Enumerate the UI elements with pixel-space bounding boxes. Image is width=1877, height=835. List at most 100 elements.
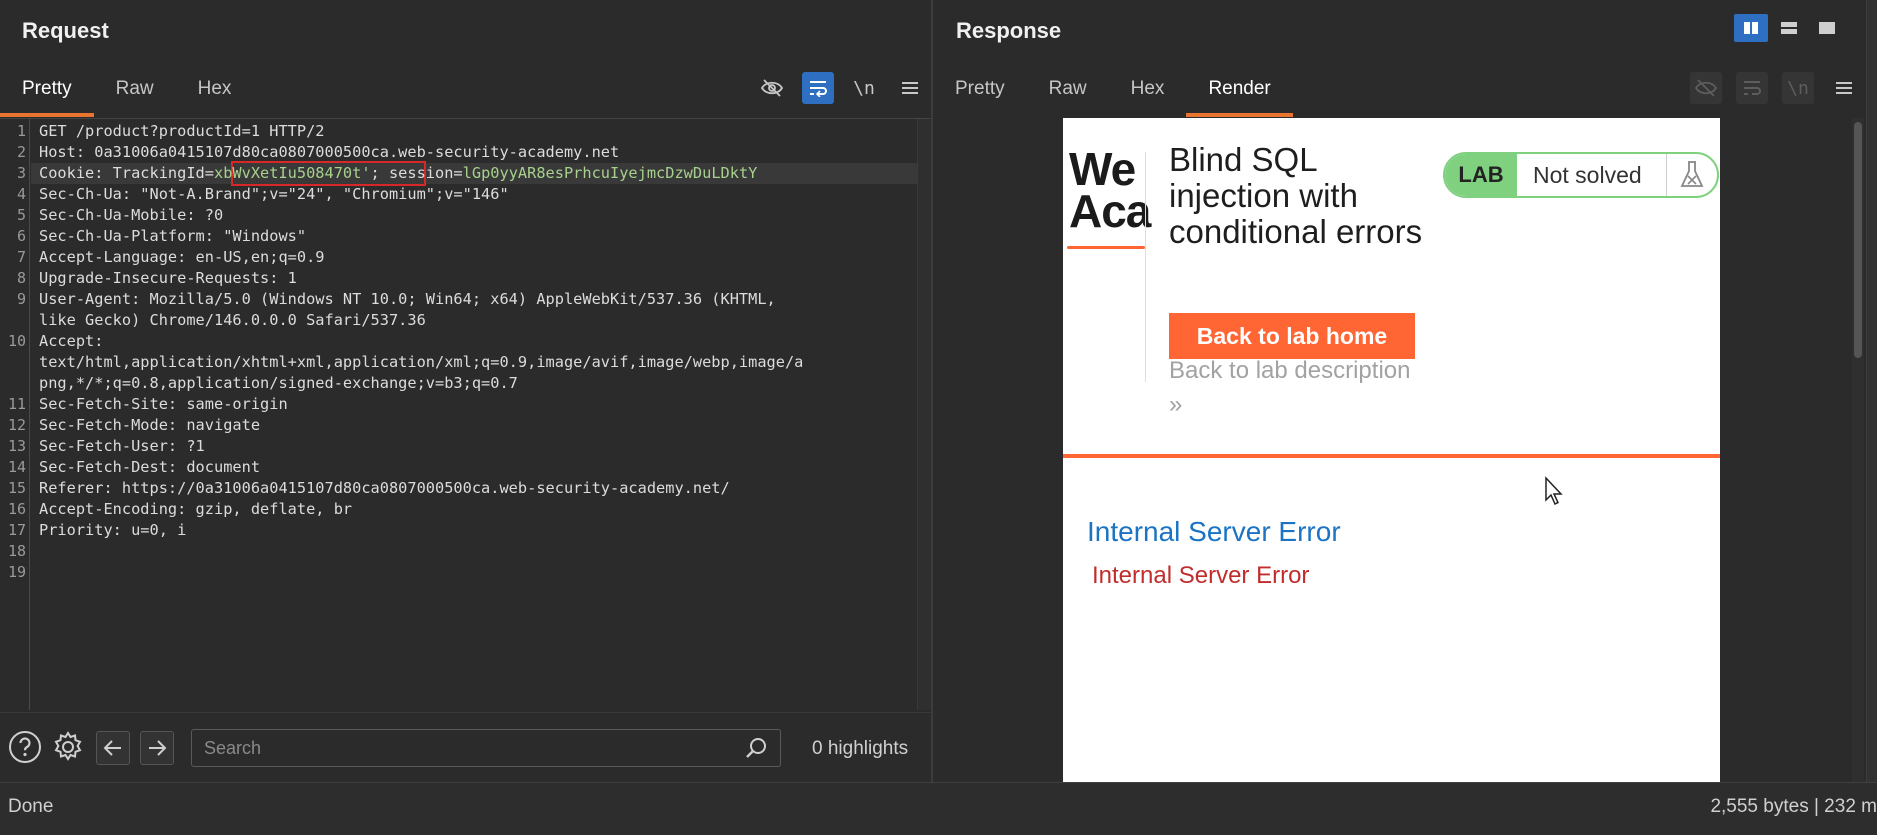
request-title: Request <box>22 18 109 43</box>
line-number: 12 <box>7 416 26 434</box>
code-line[interactable]: Sec-Ch-Ua-Mobile: ?0 <box>39 205 223 226</box>
lab-status-text: Not solved <box>1517 154 1667 196</box>
code-line[interactable]: Cookie: TrackingId=xbWvXetIu508470t'; se… <box>39 163 757 184</box>
response-menu-icon[interactable] <box>1828 72 1860 104</box>
line-number: 18 <box>7 542 26 560</box>
code-line[interactable]: Priority: u=0, i <box>39 520 186 541</box>
request-tab-pretty[interactable]: Pretty <box>0 60 94 117</box>
line-number: 14 <box>7 458 26 476</box>
response-title: Response <box>956 18 1062 43</box>
response-tab-pretty[interactable]: Pretty <box>933 60 1027 117</box>
rendered-html-page[interactable]: We Aca Blind SQL injection with conditio… <box>1063 118 1720 782</box>
code-line[interactable]: Accept-Encoding: gzip, deflate, br <box>39 499 352 520</box>
code-line[interactable]: like Gecko) Chrome/146.0.0.0 Safari/537.… <box>39 310 426 331</box>
request-menu-icon[interactable] <box>894 72 926 104</box>
line-number: 1 <box>16 122 26 140</box>
line-number: 2 <box>16 143 26 161</box>
request-editor-scrollbar[interactable] <box>917 119 931 710</box>
line-number: 8 <box>16 269 26 287</box>
word-wrap-icon <box>1736 72 1768 104</box>
line-number: 3 <box>16 164 26 182</box>
code-line[interactable]: User-Agent: Mozilla/5.0 (Windows NT 10.0… <box>39 289 776 310</box>
search-input[interactable] <box>191 729 781 767</box>
code-line[interactable]: Accept-Language: en-US,en;q=0.9 <box>39 247 325 268</box>
tracking-id-value: xbWvXetIu508470t' <box>213 164 371 182</box>
line-number: 6 <box>16 227 26 245</box>
web-security-academy-logo: We Aca <box>1069 143 1151 237</box>
newline-toggle-icon[interactable]: \n <box>848 72 880 104</box>
code-line[interactable]: text/html,application/xhtml+xml,applicat… <box>39 352 803 373</box>
code-line[interactable]: Sec-Fetch-User: ?1 <box>39 436 205 457</box>
side-by-side-layout-icon[interactable] <box>1734 14 1768 42</box>
line-number: 15 <box>7 479 26 497</box>
response-tabs: Pretty Raw Hex Render <box>933 60 1294 117</box>
hide-nonprintable-icon <box>1690 72 1722 104</box>
highlights-count: 0 highlights <box>812 738 909 759</box>
request-tab-hex[interactable]: Hex <box>176 60 254 117</box>
lab-label: LAB <box>1445 154 1517 196</box>
back-to-lab-description-text: Back to lab description <box>1169 357 1411 384</box>
error-heading: Internal Server Error <box>1087 516 1341 547</box>
code-line[interactable]: png,*/*;q=0.8,application/signed-exchang… <box>39 373 518 394</box>
word-wrap-icon[interactable] <box>802 72 834 104</box>
logo-line-2: Aca <box>1069 185 1151 237</box>
flask-icon <box>1667 154 1717 196</box>
session-label: ; session= <box>370 164 463 182</box>
line-number: 11 <box>7 395 26 413</box>
previous-match-button[interactable] <box>96 731 130 765</box>
render-scrollbar-thumb[interactable] <box>1854 122 1862 358</box>
header-orange-divider <box>1063 454 1720 458</box>
line-number: 5 <box>16 206 26 224</box>
request-editor-tools: \n <box>756 72 926 104</box>
request-search-bar: 0 highlights <box>0 712 931 782</box>
newline-toggle-icon: \n <box>1782 72 1814 104</box>
status-bar: Done 2,555 bytes | 232 m <box>0 782 1877 835</box>
back-to-lab-home-button[interactable]: Back to lab home <box>1169 313 1415 359</box>
help-icon[interactable] <box>7 729 43 765</box>
line-number: 10 <box>7 332 26 350</box>
line-number: 19 <box>7 563 26 581</box>
response-tab-render[interactable]: Render <box>1186 60 1294 117</box>
error-message: Internal Server Error <box>1092 562 1310 589</box>
line-number: 4 <box>16 185 26 203</box>
response-editor-tools: \n <box>1690 72 1860 104</box>
search-icon[interactable] <box>745 737 767 764</box>
session-value: lGp0yyAR8esPrhcuIyejmcDzwDuLDktY <box>462 164 758 182</box>
code-line[interactable]: Sec-Fetch-Dest: document <box>39 457 260 478</box>
response-tab-raw[interactable]: Raw <box>1027 60 1109 117</box>
logo-underline <box>1067 246 1145 249</box>
line-number: 16 <box>7 500 26 518</box>
request-editor[interactable]: 1 GET /product?productId=1 HTTP/2 2 Host: 0… <box>0 118 931 710</box>
line-number: 17 <box>7 521 26 539</box>
mouse-cursor-icon <box>1544 476 1564 511</box>
lab-title: Blind SQL injection with conditional err… <box>1169 141 1423 250</box>
code-line[interactable]: Sec-Fetch-Site: same-origin <box>39 394 288 415</box>
code-line[interactable]: Sec-Ch-Ua-Platform: "Windows" <box>39 226 306 247</box>
request-tab-raw[interactable]: Raw <box>94 60 176 117</box>
double-chevron-icon: » <box>1169 391 1183 418</box>
code-line[interactable]: Accept: <box>39 331 103 352</box>
stacked-layout-icon[interactable] <box>1772 14 1806 42</box>
line-number: 9 <box>16 290 26 308</box>
code-line[interactable]: Referer: https://0a31006a0415107d80ca080… <box>39 478 730 499</box>
settings-gear-icon[interactable] <box>50 729 86 765</box>
line-number: 13 <box>7 437 26 455</box>
layout-view-toggles <box>1734 14 1844 42</box>
back-to-lab-description-link[interactable]: Back to lab description » <box>1169 354 1410 422</box>
header-separator <box>1145 152 1146 382</box>
response-tab-hex[interactable]: Hex <box>1109 60 1187 117</box>
code-line[interactable]: GET /product?productId=1 HTTP/2 <box>39 121 325 142</box>
single-tab-layout-icon[interactable] <box>1810 14 1844 42</box>
code-line[interactable]: Sec-Fetch-Mode: navigate <box>39 415 260 436</box>
code-line[interactable]: Upgrade-Insecure-Requests: 1 <box>39 268 297 289</box>
lab-status-badge: LAB Not solved <box>1443 152 1719 198</box>
line-number: 7 <box>16 248 26 266</box>
logo-line-1: We <box>1069 143 1136 195</box>
hide-nonprintable-icon[interactable] <box>756 72 788 104</box>
response-size-info: 2,555 bytes | 232 m <box>1710 796 1877 817</box>
next-match-button[interactable] <box>140 731 174 765</box>
status-text: Done <box>8 796 54 817</box>
request-tabs: Pretty Raw Hex <box>0 60 253 117</box>
code-line[interactable]: Host: 0a31006a0415107d80ca0807000500ca.w… <box>39 142 619 163</box>
code-line[interactable]: Sec-Ch-Ua: "Not-A.Brand";v="24", "Chromi… <box>39 184 509 205</box>
